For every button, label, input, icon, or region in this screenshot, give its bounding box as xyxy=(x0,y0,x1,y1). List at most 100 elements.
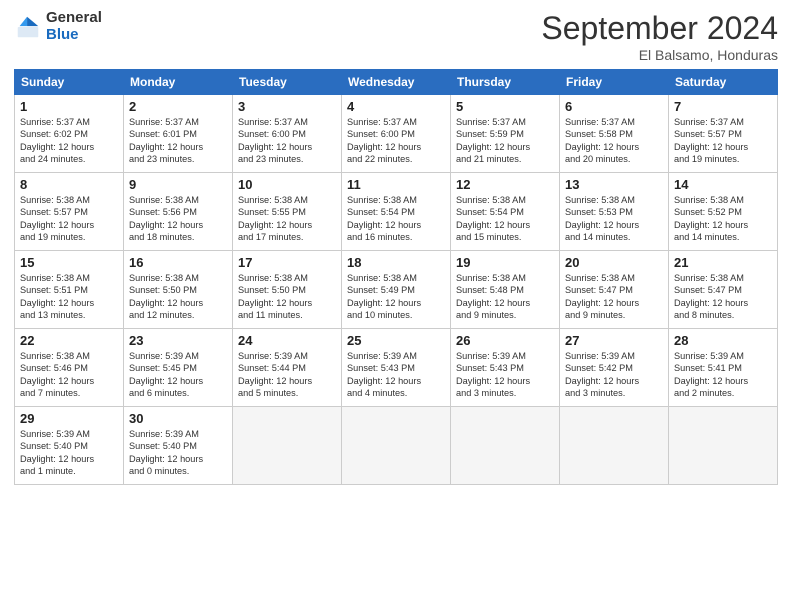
day-number: 4 xyxy=(347,99,445,114)
day-info: Sunrise: 5:39 AM Sunset: 5:41 PM Dayligh… xyxy=(674,350,772,400)
logo: General Blue xyxy=(14,10,102,43)
calendar-cell: 3 Sunrise: 5:37 AM Sunset: 6:00 PM Daylig… xyxy=(233,95,342,173)
day-info: Sunrise: 5:37 AM Sunset: 5:59 PM Dayligh… xyxy=(456,116,554,166)
calendar-cell: 7 Sunrise: 5:37 AM Sunset: 5:57 PM Daylig… xyxy=(669,95,778,173)
day-number: 24 xyxy=(238,333,336,348)
day-number: 9 xyxy=(129,177,227,192)
day-info: Sunrise: 5:38 AM Sunset: 5:47 PM Dayligh… xyxy=(565,272,663,322)
calendar-cell: 19Sunrise: 5:38 AM Sunset: 5:48 PM Dayli… xyxy=(451,251,560,329)
day-number: 26 xyxy=(456,333,554,348)
calendar-cell: 10Sunrise: 5:38 AM Sunset: 5:55 PM Dayli… xyxy=(233,173,342,251)
day-number: 29 xyxy=(20,411,118,426)
day-info: Sunrise: 5:38 AM Sunset: 5:54 PM Dayligh… xyxy=(347,194,445,244)
weekday-header-saturday: Saturday xyxy=(669,70,778,95)
day-info: Sunrise: 5:37 AM Sunset: 6:02 PM Dayligh… xyxy=(20,116,118,166)
day-info: Sunrise: 5:38 AM Sunset: 5:47 PM Dayligh… xyxy=(674,272,772,322)
logo-general: General xyxy=(46,10,102,27)
day-number: 21 xyxy=(674,255,772,270)
day-info: Sunrise: 5:39 AM Sunset: 5:40 PM Dayligh… xyxy=(20,428,118,478)
logo-text: General Blue xyxy=(46,10,102,43)
calendar-header: SundayMondayTuesdayWednesdayThursdayFrid… xyxy=(15,70,778,95)
calendar-cell: 28 Sunrise: 5:39 AM Sunset: 5:41 PM Dayli… xyxy=(669,329,778,407)
calendar-cell: 27Sunrise: 5:39 AM Sunset: 5:42 PM Dayli… xyxy=(560,329,669,407)
location-subtitle: El Balsamo, Honduras xyxy=(541,47,778,63)
calendar-cell xyxy=(451,407,560,485)
day-info: Sunrise: 5:38 AM Sunset: 5:48 PM Dayligh… xyxy=(456,272,554,322)
day-info: Sunrise: 5:38 AM Sunset: 5:55 PM Dayligh… xyxy=(238,194,336,244)
day-number: 1 xyxy=(20,99,118,114)
day-info: Sunrise: 5:37 AM Sunset: 6:00 PM Dayligh… xyxy=(238,116,336,166)
day-info: Sunrise: 5:37 AM Sunset: 6:01 PM Dayligh… xyxy=(129,116,227,166)
calendar-cell: 24 Sunrise: 5:39 AM Sunset: 5:44 PM Dayli… xyxy=(233,329,342,407)
calendar-cell: 4 Sunrise: 5:37 AM Sunset: 6:00 PM Daylig… xyxy=(342,95,451,173)
calendar-cell: 25Sunrise: 5:39 AM Sunset: 5:43 PM Dayli… xyxy=(342,329,451,407)
calendar-cell: 23 Sunrise: 5:39 AM Sunset: 5:45 PM Dayli… xyxy=(124,329,233,407)
day-info: Sunrise: 5:39 AM Sunset: 5:40 PM Dayligh… xyxy=(129,428,227,478)
calendar: SundayMondayTuesdayWednesdayThursdayFrid… xyxy=(14,69,778,485)
calendar-cell: 16Sunrise: 5:38 AM Sunset: 5:50 PM Dayli… xyxy=(124,251,233,329)
calendar-cell: 26Sunrise: 5:39 AM Sunset: 5:43 PM Dayli… xyxy=(451,329,560,407)
weekday-header-row: SundayMondayTuesdayWednesdayThursdayFrid… xyxy=(15,70,778,95)
day-info: Sunrise: 5:38 AM Sunset: 5:52 PM Dayligh… xyxy=(674,194,772,244)
weekday-header-thursday: Thursday xyxy=(451,70,560,95)
day-number: 12 xyxy=(456,177,554,192)
calendar-cell: 6 Sunrise: 5:37 AM Sunset: 5:58 PM Daylig… xyxy=(560,95,669,173)
day-info: Sunrise: 5:39 AM Sunset: 5:45 PM Dayligh… xyxy=(129,350,227,400)
day-number: 15 xyxy=(20,255,118,270)
title-block: September 2024 El Balsamo, Honduras xyxy=(541,10,778,63)
logo-icon xyxy=(14,13,42,41)
day-number: 20 xyxy=(565,255,663,270)
day-info: Sunrise: 5:38 AM Sunset: 5:49 PM Dayligh… xyxy=(347,272,445,322)
day-info: Sunrise: 5:39 AM Sunset: 5:43 PM Dayligh… xyxy=(347,350,445,400)
page: General Blue September 2024 El Balsamo, … xyxy=(0,0,792,612)
weekday-header-tuesday: Tuesday xyxy=(233,70,342,95)
day-number: 18 xyxy=(347,255,445,270)
week-row-2: 8Sunrise: 5:38 AM Sunset: 5:57 PM Daylig… xyxy=(15,173,778,251)
calendar-cell: 17 Sunrise: 5:38 AM Sunset: 5:50 PM Dayli… xyxy=(233,251,342,329)
week-row-5: 29 Sunrise: 5:39 AM Sunset: 5:40 PM Dayli… xyxy=(15,407,778,485)
day-number: 16 xyxy=(129,255,227,270)
calendar-cell: 9 Sunrise: 5:38 AM Sunset: 5:56 PM Daylig… xyxy=(124,173,233,251)
day-info: Sunrise: 5:38 AM Sunset: 5:46 PM Dayligh… xyxy=(20,350,118,400)
day-number: 23 xyxy=(129,333,227,348)
calendar-cell: 30 Sunrise: 5:39 AM Sunset: 5:40 PM Dayli… xyxy=(124,407,233,485)
weekday-header-sunday: Sunday xyxy=(15,70,124,95)
calendar-cell xyxy=(560,407,669,485)
calendar-cell: 14 Sunrise: 5:38 AM Sunset: 5:52 PM Dayli… xyxy=(669,173,778,251)
day-number: 28 xyxy=(674,333,772,348)
calendar-cell xyxy=(669,407,778,485)
day-number: 2 xyxy=(129,99,227,114)
month-title: September 2024 xyxy=(541,10,778,47)
day-number: 3 xyxy=(238,99,336,114)
calendar-cell: 18 Sunrise: 5:38 AM Sunset: 5:49 PM Dayli… xyxy=(342,251,451,329)
calendar-body: 1 Sunrise: 5:37 AM Sunset: 6:02 PM Daylig… xyxy=(15,95,778,485)
day-number: 8 xyxy=(20,177,118,192)
day-number: 7 xyxy=(674,99,772,114)
day-number: 30 xyxy=(129,411,227,426)
day-number: 17 xyxy=(238,255,336,270)
calendar-cell: 1 Sunrise: 5:37 AM Sunset: 6:02 PM Daylig… xyxy=(15,95,124,173)
weekday-header-monday: Monday xyxy=(124,70,233,95)
day-info: Sunrise: 5:38 AM Sunset: 5:56 PM Dayligh… xyxy=(129,194,227,244)
day-info: Sunrise: 5:38 AM Sunset: 5:51 PM Dayligh… xyxy=(20,272,118,322)
calendar-cell: 2 Sunrise: 5:37 AM Sunset: 6:01 PM Daylig… xyxy=(124,95,233,173)
day-number: 11 xyxy=(347,177,445,192)
calendar-cell: 29 Sunrise: 5:39 AM Sunset: 5:40 PM Dayli… xyxy=(15,407,124,485)
day-info: Sunrise: 5:37 AM Sunset: 5:57 PM Dayligh… xyxy=(674,116,772,166)
calendar-cell: 20 Sunrise: 5:38 AM Sunset: 5:47 PM Dayli… xyxy=(560,251,669,329)
day-number: 13 xyxy=(565,177,663,192)
week-row-1: 1 Sunrise: 5:37 AM Sunset: 6:02 PM Daylig… xyxy=(15,95,778,173)
calendar-cell: 11 Sunrise: 5:38 AM Sunset: 5:54 PM Dayli… xyxy=(342,173,451,251)
day-info: Sunrise: 5:39 AM Sunset: 5:44 PM Dayligh… xyxy=(238,350,336,400)
day-number: 5 xyxy=(456,99,554,114)
calendar-cell xyxy=(342,407,451,485)
week-row-3: 15 Sunrise: 5:38 AM Sunset: 5:51 PM Dayli… xyxy=(15,251,778,329)
calendar-cell: 22Sunrise: 5:38 AM Sunset: 5:46 PM Dayli… xyxy=(15,329,124,407)
day-number: 27 xyxy=(565,333,663,348)
day-info: Sunrise: 5:38 AM Sunset: 5:50 PM Dayligh… xyxy=(238,272,336,322)
weekday-header-friday: Friday xyxy=(560,70,669,95)
day-info: Sunrise: 5:37 AM Sunset: 5:58 PM Dayligh… xyxy=(565,116,663,166)
day-number: 14 xyxy=(674,177,772,192)
day-info: Sunrise: 5:37 AM Sunset: 6:00 PM Dayligh… xyxy=(347,116,445,166)
day-number: 6 xyxy=(565,99,663,114)
